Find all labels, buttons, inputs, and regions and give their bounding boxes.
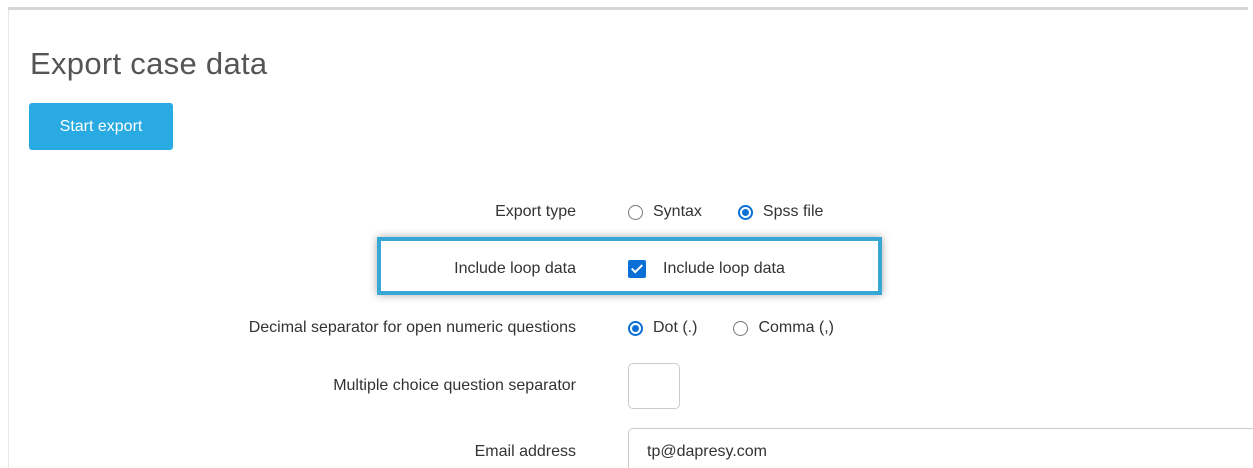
decimal-comma-text: Comma (,) <box>758 319 835 336</box>
email-input[interactable] <box>628 428 1253 468</box>
include-loop-data-option[interactable]: Include loop data <box>628 260 785 278</box>
include-loop-data-checkbox[interactable] <box>628 260 646 278</box>
decimal-comma-radio[interactable] <box>733 320 749 336</box>
email-label: Email address <box>474 443 576 460</box>
top-divider <box>8 7 1248 10</box>
export-type-spss-text: Spss file <box>762 203 824 220</box>
include-loop-data-control: Include loop data <box>628 254 821 284</box>
include-loop-data-row: Include loop data Include loop data <box>0 254 1253 284</box>
multiple-choice-separator-label: Multiple choice question separator <box>333 377 576 394</box>
decimal-separator-row: Decimal separator for open numeric quest… <box>0 313 1253 343</box>
decimal-separator-options: Dot (.) Comma (,) <box>628 313 870 343</box>
export-type-row: Export type Syntax Spss file <box>0 197 1253 227</box>
include-loop-data-label: Include loop data <box>454 260 576 277</box>
include-loop-data-checkbox-text: Include loop data <box>663 260 785 277</box>
start-export-button[interactable]: Start export <box>29 103 173 150</box>
export-type-syntax-text: Syntax <box>653 203 702 220</box>
decimal-dot-text: Dot (.) <box>653 319 698 336</box>
decimal-comma-option[interactable]: Comma (,) <box>733 319 834 337</box>
export-type-syntax-radio[interactable] <box>628 204 643 220</box>
export-page: Export case data Start export Export typ… <box>0 0 1253 468</box>
export-type-spss-option[interactable]: Spss file <box>737 203 824 221</box>
export-type-syntax-option[interactable]: Syntax <box>628 203 702 221</box>
export-type-spss-radio[interactable] <box>737 204 753 220</box>
export-type-label: Export type <box>495 203 576 220</box>
multiple-choice-separator-row: Multiple choice question separator <box>0 371 1253 401</box>
multiple-choice-separator-input[interactable] <box>628 363 680 409</box>
export-type-options: Syntax Spss file <box>628 197 859 227</box>
page-title: Export case data <box>30 46 268 81</box>
decimal-separator-label: Decimal separator for open numeric quest… <box>248 319 576 336</box>
decimal-dot-option[interactable]: Dot (.) <box>628 319 697 337</box>
decimal-dot-radio[interactable] <box>628 320 643 336</box>
